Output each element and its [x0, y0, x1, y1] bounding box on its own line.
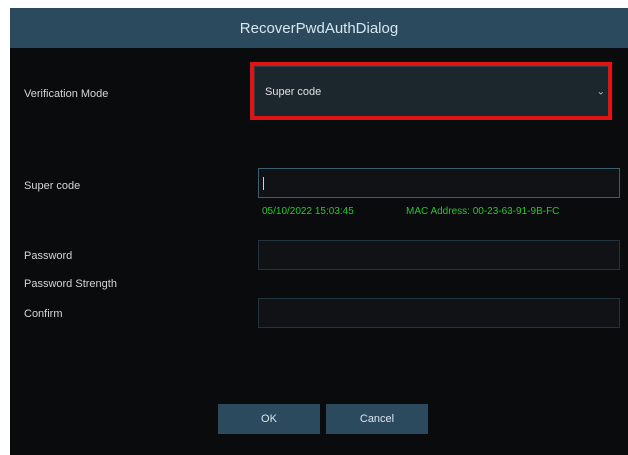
recover-password-dialog: RecoverPwdAuthDialog Verification Mode S… [10, 8, 628, 455]
password-input[interactable] [258, 240, 620, 270]
ok-button[interactable]: OK [218, 404, 320, 434]
password-strength-label: Password Strength [24, 278, 117, 290]
super-code-label: Super code [24, 180, 81, 192]
cancel-button[interactable]: Cancel [326, 404, 428, 434]
super-code-input[interactable] [258, 168, 620, 198]
confirm-label: Confirm [24, 308, 63, 320]
dialog-title: RecoverPwdAuthDialog [10, 8, 628, 48]
verification-mode-label: Verification Mode [24, 88, 109, 100]
confirm-input[interactable] [258, 298, 620, 328]
mac-address-text: MAC Address: 00-23-63-91-9B-FC [406, 206, 560, 217]
password-label: Password [24, 250, 73, 262]
highlight-box [250, 62, 612, 120]
text-caret [263, 177, 264, 190]
datetime-text: 05/10/2022 15:03:45 [262, 206, 354, 217]
